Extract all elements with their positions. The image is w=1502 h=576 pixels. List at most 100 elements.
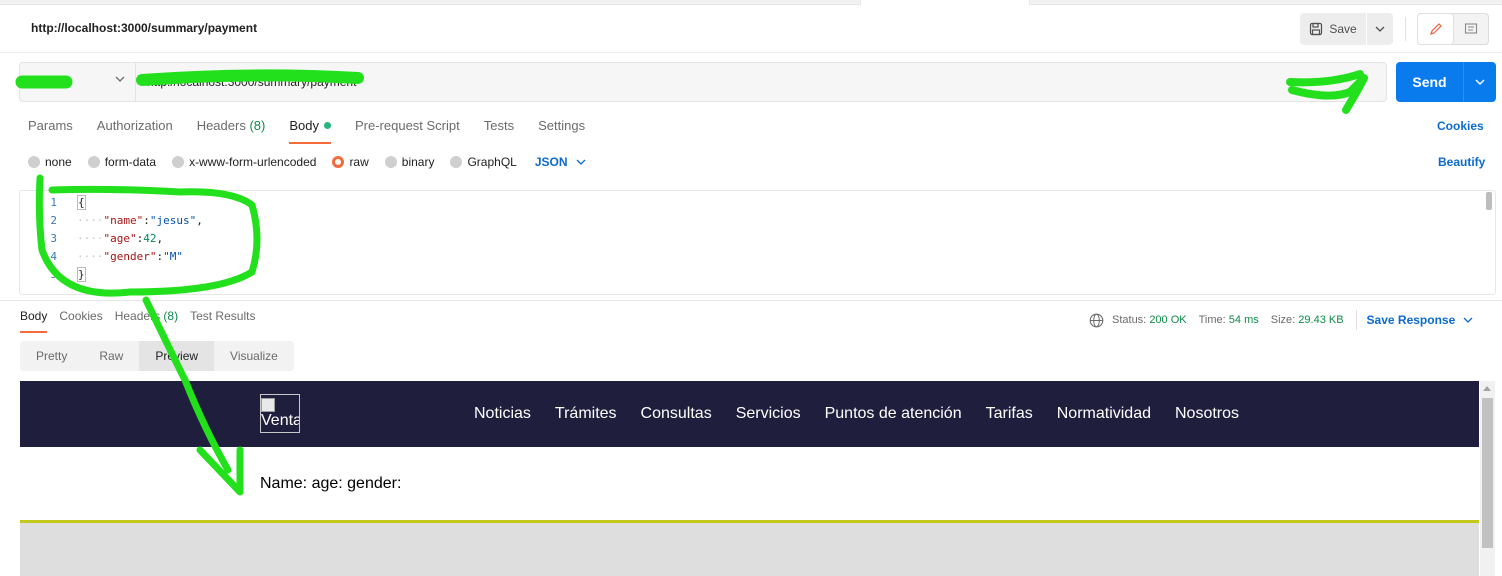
radio-raw-label: raw: [349, 155, 369, 169]
send-options-button[interactable]: [1463, 62, 1496, 102]
comments-mode-button[interactable]: [1453, 14, 1488, 44]
send-group: Send: [1396, 62, 1496, 102]
chevron-down-icon: [115, 76, 125, 82]
radio-raw[interactable]: raw: [332, 155, 369, 169]
body-indicator-dot: [323, 122, 331, 129]
tab-prerequest-script[interactable]: Pre-request Script: [355, 118, 460, 142]
line-gutter: 1 2 3 4 5: [20, 194, 65, 284]
scroll-up-icon[interactable]: [1483, 386, 1491, 391]
status-value[interactable]: 200 OK: [1149, 314, 1186, 326]
chevron-down-icon: [1463, 317, 1473, 323]
preview-menu-item[interactable]: Normatividad: [1057, 405, 1151, 423]
time-label: Time:: [1198, 314, 1226, 326]
beautify-link[interactable]: Beautify: [1438, 155, 1485, 169]
comment-icon: [1464, 23, 1477, 34]
line-number: 5: [50, 268, 57, 281]
cookies-link[interactable]: Cookies: [1437, 119, 1484, 133]
radio-none[interactable]: none: [28, 155, 72, 169]
radio-urlencoded-label: x-www-form-urlencoded: [189, 155, 317, 169]
response-tab-headers[interactable]: Headers (8): [115, 309, 178, 331]
pencil-icon: [1429, 23, 1442, 35]
view-pretty[interactable]: Pretty: [20, 341, 83, 371]
url-input[interactable]: [136, 63, 1386, 101]
view-raw[interactable]: Raw: [83, 341, 139, 371]
tab-headers-label: Headers: [196, 118, 246, 133]
response-headers-count: (8): [163, 309, 179, 323]
line-number: 4: [50, 250, 57, 263]
radio-binary-label: binary: [401, 155, 435, 169]
save-icon: [1310, 22, 1323, 36]
preview-menu: Noticias Trámites Consultas Servicios Pu…: [474, 405, 1263, 423]
radio-graphql[interactable]: GraphQL: [450, 155, 517, 169]
preview-footer: [20, 523, 1479, 576]
logo-alt-text: Venta: [261, 412, 300, 429]
radio-form-data-label: form-data: [104, 155, 157, 169]
line-number: 3: [50, 232, 57, 245]
radio-none-label: none: [45, 155, 72, 169]
scrollbar-thumb[interactable]: [1482, 398, 1493, 548]
preview-menu-item[interactable]: Nosotros: [1175, 405, 1239, 423]
response-view-selector: Pretty Raw Preview Visualize: [20, 341, 294, 371]
radio-circle: [384, 156, 397, 168]
tab-params[interactable]: Params: [28, 118, 73, 142]
code-line: }: [77, 266, 203, 284]
tab-authorization[interactable]: Authorization: [97, 118, 173, 142]
save-response-label: Save Response: [1366, 313, 1456, 327]
line-number: 1: [50, 196, 57, 209]
preview-menu-item[interactable]: Servicios: [736, 405, 801, 423]
radio-circle-selected: [332, 156, 345, 168]
response-meta: Status: 200 OK Time: 54 ms Size: 29.43 K…: [1089, 310, 1473, 330]
code-content: { ····"name":"jesus", ····"age":42, ····…: [77, 194, 203, 284]
radio-form-data[interactable]: form-data: [87, 155, 157, 169]
tab-body[interactable]: Body: [289, 118, 331, 144]
radio-binary[interactable]: binary: [384, 155, 435, 169]
editor-scrollbar[interactable]: [1486, 192, 1492, 210]
preview-menu-item[interactable]: Trámites: [555, 405, 617, 423]
view-preview[interactable]: Preview: [139, 341, 215, 371]
body-type-selector: none form-data x-www-form-urlencoded raw…: [28, 154, 586, 170]
format-select[interactable]: JSON: [535, 155, 586, 169]
radio-urlencoded[interactable]: x-www-form-urlencoded: [172, 155, 316, 169]
preview-menu-item[interactable]: Consultas: [641, 405, 712, 423]
url-bar: POST: [19, 62, 1387, 102]
tab-settings[interactable]: Settings: [538, 118, 585, 142]
save-label: Save: [1329, 22, 1357, 36]
preview-menu-item[interactable]: Tarifas: [986, 405, 1033, 423]
response-preview: Venta Noticias Trámites Consultas Servic…: [20, 381, 1479, 576]
close-brace: }: [77, 267, 86, 282]
method-select[interactable]: POST: [20, 63, 136, 101]
preview-logo[interactable]: Venta: [260, 394, 300, 433]
globe-icon[interactable]: [1089, 313, 1104, 328]
send-button[interactable]: Send: [1396, 62, 1463, 102]
response-divider: [0, 300, 1502, 301]
status-label: Status:: [1112, 314, 1147, 326]
response-tab-test-results[interactable]: Test Results: [190, 309, 255, 331]
json-key: "name": [103, 214, 144, 227]
json-value: 42: [143, 232, 157, 245]
request-title-row: http://localhost:3000/summary/payment Sa…: [0, 5, 1502, 53]
tab-tests[interactable]: Tests: [484, 118, 514, 142]
response-tab-cookies[interactable]: Cookies: [59, 309, 102, 331]
preview-scrollbar[interactable]: [1480, 381, 1495, 576]
indent: ····: [77, 232, 104, 245]
response-tab-body[interactable]: Body: [20, 309, 48, 333]
tab-headers[interactable]: Headers (8): [197, 118, 266, 142]
tab-body-label: Body: [289, 118, 319, 133]
view-visualize[interactable]: Visualize: [214, 341, 294, 371]
edit-mode-button[interactable]: [1418, 14, 1453, 44]
preview-menu-item[interactable]: Noticias: [474, 405, 531, 423]
save-button[interactable]: Save: [1300, 13, 1366, 45]
size-value[interactable]: 29.43 KB: [1298, 314, 1343, 326]
body-editor[interactable]: 1 2 3 4 5 { ····"name":"jesus", ····"age…: [19, 190, 1496, 295]
size-label: Size:: [1270, 314, 1296, 326]
mode-toggle: [1417, 13, 1489, 45]
preview-menu-item[interactable]: Puntos de atención: [825, 405, 962, 423]
time-value[interactable]: 54 ms: [1229, 314, 1259, 326]
code-line: ····"age":42,: [77, 232, 164, 245]
save-response-button[interactable]: Save Response: [1367, 313, 1474, 327]
request-tabs: Params Authorization Headers (8) Body Pr…: [28, 118, 609, 144]
request-name[interactable]: http://localhost:3000/summary/payment: [31, 21, 257, 35]
save-options-button[interactable]: [1367, 13, 1393, 45]
headers-count: (8): [249, 118, 266, 133]
method-label: POST: [31, 76, 64, 90]
